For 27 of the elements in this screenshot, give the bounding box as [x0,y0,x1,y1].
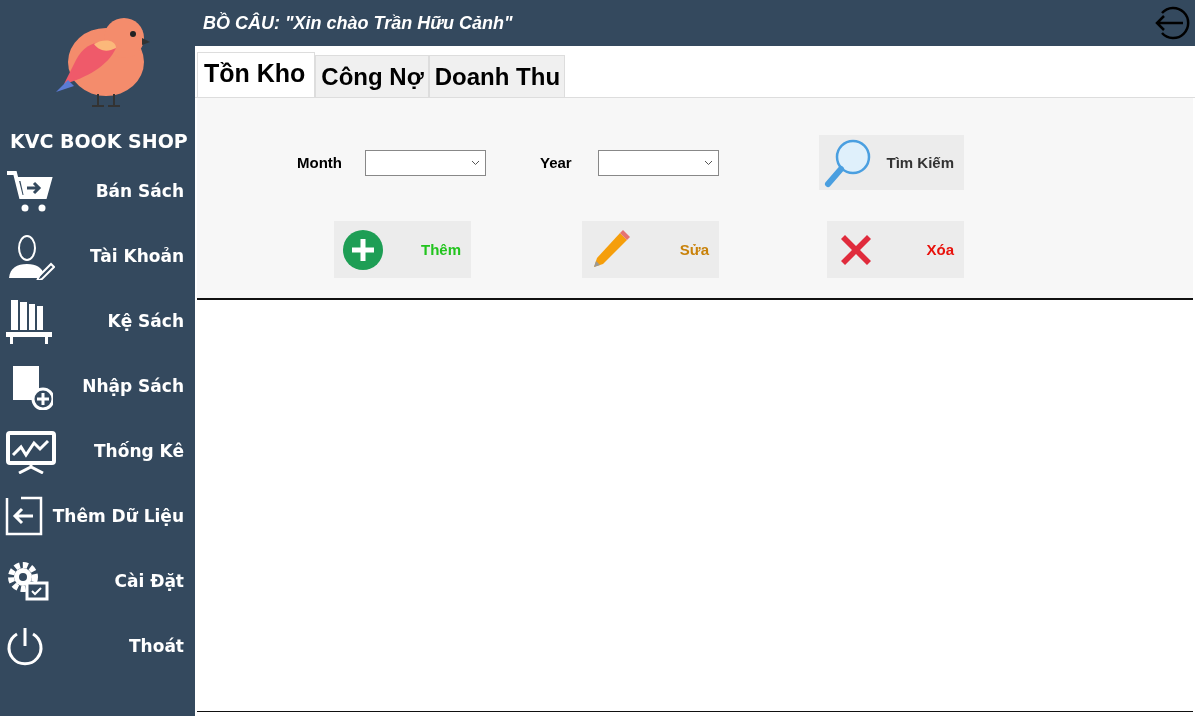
nav-item[interactable]: Tài Khoản [0,223,195,288]
nav-item[interactable]: Thoát [0,613,195,678]
tab[interactable]: Công Nợ [315,55,429,97]
chevron-icon [704,159,713,166]
filter-label: Year [540,154,573,171]
action-button[interactable]: Xóa [827,221,964,278]
window-title: BỒ CÂU: "Xin chào Trần Hữu Cảnh" [203,12,513,34]
sign-in-icon [5,495,45,536]
logout-icon[interactable] [1153,4,1191,42]
power-icon [5,625,45,666]
tab[interactable]: Tồn Kho [197,52,316,97]
nav-item[interactable]: Bán Sách [0,158,195,223]
nav-item[interactable]: Thống Kê [0,418,195,483]
tab[interactable]: Doanh Thu [428,55,566,97]
filter-label: Month [297,154,343,171]
chevron-icon [471,159,480,166]
shop-name: KVC BOOK SHOP [10,130,189,152]
dropdown[interactable] [365,149,486,176]
nav-item[interactable]: Kệ Sách [0,288,195,353]
nav-item[interactable]: Thêm Dữ Liệu [0,483,195,548]
dropdown[interactable] [598,149,719,176]
bookshelf-icon [5,297,53,344]
search-button[interactable]: Tìm Kiếm [819,135,964,190]
nav-item[interactable]: Cài Đặt [0,548,195,613]
nav-item[interactable]: Nhập Sách [0,353,195,418]
plus-icon [342,228,384,271]
cart-icon [5,168,53,213]
